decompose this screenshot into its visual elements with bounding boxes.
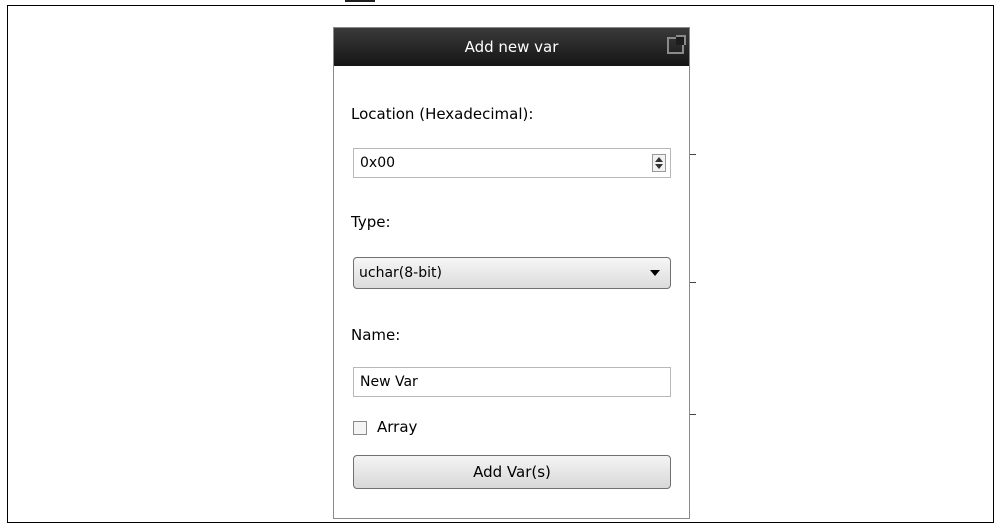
- background-line: [690, 282, 696, 283]
- dialog-titlebar: Add new var: [334, 28, 689, 66]
- chevron-down-icon[interactable]: [650, 270, 660, 276]
- spin-down-icon[interactable]: [655, 164, 663, 169]
- spin-up-icon[interactable]: [655, 157, 663, 162]
- type-selected-value: uchar(8-bit): [359, 265, 442, 281]
- location-value: 0x00: [360, 155, 396, 171]
- spinner-icon[interactable]: [652, 154, 666, 172]
- array-checkbox[interactable]: [353, 421, 367, 435]
- array-label[interactable]: Array: [377, 418, 417, 436]
- type-select[interactable]: uchar(8-bit): [353, 257, 671, 289]
- dialog-title: Add new var: [464, 38, 559, 56]
- name-input[interactable]: New Var: [353, 367, 671, 397]
- add-vars-button[interactable]: Add Var(s): [353, 455, 671, 489]
- type-label: Type:: [351, 213, 391, 231]
- name-label: Name:: [351, 326, 401, 344]
- background-line: [690, 154, 696, 155]
- background-window-edge: [345, 0, 375, 2]
- location-input[interactable]: 0x00: [353, 148, 671, 178]
- popout-icon[interactable]: [667, 35, 686, 54]
- add-new-var-dialog: Add new var Location (Hexadecimal): 0x00…: [333, 27, 690, 519]
- background-line: [690, 414, 696, 415]
- name-value: New Var: [360, 374, 418, 390]
- location-label: Location (Hexadecimal):: [351, 105, 534, 123]
